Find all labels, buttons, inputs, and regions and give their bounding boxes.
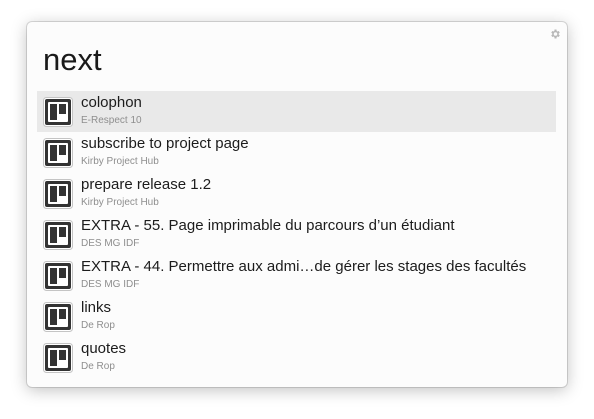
result-item[interactable]: EXTRA - 44. Permettre aux admi…de gérer … [37,255,556,296]
result-title: links [81,299,112,316]
result-title: colophon [81,94,142,111]
board-icon [43,179,73,209]
result-item[interactable]: EXTRA - 55. Page imprimable du parcours … [37,214,556,255]
result-subtitle: Kirby Project Hub [81,197,159,208]
result-title: EXTRA - 55. Page imprimable du parcours … [81,217,455,234]
search-input[interactable] [43,40,543,80]
result-item[interactable]: quotes De Rop [37,337,556,378]
result-title: prepare release 1.2 [81,176,212,193]
result-subtitle: E-Respect 10 [81,115,142,126]
result-title: subscribe to project page [81,135,249,152]
result-item[interactable]: colophon E-Respect 10 [37,91,556,132]
gear-icon[interactable] [549,28,561,40]
board-icon [43,138,73,168]
launcher-panel: colophon E-Respect 10 subscribe to proje… [27,22,567,387]
result-subtitle: Kirby Project Hub [81,156,159,167]
board-icon [43,261,73,291]
results-list: colophon E-Respect 10 subscribe to proje… [37,91,556,378]
result-subtitle: DES MG IDF [81,279,140,290]
board-icon [43,220,73,250]
result-subtitle: De Rop [81,361,115,372]
result-title: quotes [81,340,127,357]
result-item[interactable]: links De Rop [37,296,556,337]
result-title: EXTRA - 44. Permettre aux admi…de gérer … [81,258,527,275]
result-subtitle: De Rop [81,320,115,331]
board-icon [43,343,73,373]
result-item[interactable]: subscribe to project page Kirby Project … [37,132,556,173]
result-item[interactable]: prepare release 1.2 Kirby Project Hub [37,173,556,214]
board-icon [43,302,73,332]
result-subtitle: DES MG IDF [81,238,140,249]
board-icon [43,97,73,127]
